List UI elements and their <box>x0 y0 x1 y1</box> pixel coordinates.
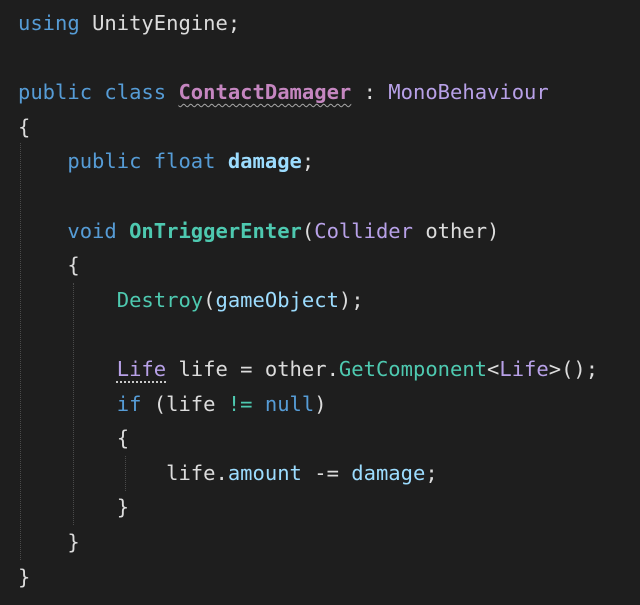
code-token: (life <box>141 391 228 416</box>
code-token: other) <box>412 218 500 243</box>
code-line[interactable]: if (life != null) <box>18 387 327 422</box>
code-token: life = other. <box>166 357 339 381</box>
code-line[interactable]: using UnityEngine; <box>18 6 240 41</box>
code-token: public <box>18 80 93 105</box>
code-line[interactable]: { <box>18 421 129 456</box>
code-line[interactable]: { <box>18 110 30 145</box>
code-line[interactable]: } <box>18 560 30 595</box>
code-token: : <box>351 80 389 105</box>
code-token: null <box>264 391 315 416</box>
code-token: UnityEngine <box>92 11 228 35</box>
code-token: ; <box>425 460 438 485</box>
code-editor[interactable]: using UnityEngine; public class ContactDa… <box>0 0 640 605</box>
code-line[interactable]: } <box>18 525 80 560</box>
code-token: >(); <box>548 357 599 381</box>
code-line[interactable]: public class ContactDamager : MonoBehavi… <box>18 75 549 110</box>
code-token: MonoBehaviour <box>388 80 549 105</box>
code-token: { <box>18 426 130 451</box>
code-line[interactable]: Destroy(gameObject); <box>18 283 364 318</box>
code-token: damage <box>227 149 302 174</box>
code-token: Life <box>499 357 549 381</box>
code-line[interactable]: { <box>18 248 80 283</box>
code-token: class <box>104 80 167 105</box>
code-token: float <box>153 149 216 174</box>
code-token: ; <box>301 149 315 174</box>
code-line[interactable]: life.amount -= damage; <box>18 456 438 491</box>
code-token: OnTriggerEnter <box>129 218 302 243</box>
code-token: public <box>67 149 142 174</box>
code-token: ); <box>338 287 364 312</box>
code-token: amount <box>227 460 302 485</box>
code-token: != <box>227 391 253 416</box>
code-token: { <box>18 253 80 278</box>
code-token: { <box>18 114 31 139</box>
code-token: gameObject <box>215 287 339 312</box>
code-token: -= <box>301 460 352 485</box>
code-token: ( <box>301 218 315 243</box>
code-token: damage <box>351 460 426 485</box>
code-token: ) <box>314 391 327 416</box>
code-token: life. <box>18 460 228 485</box>
code-token: using <box>18 11 80 35</box>
code-line[interactable]: public float damage; <box>18 144 314 179</box>
code-token: } <box>18 530 80 554</box>
code-line[interactable]: Life life = other.GetComponent<Life>(); <box>18 352 598 387</box>
code-token: ( <box>203 287 216 312</box>
code-token: ContactDamager <box>178 80 352 105</box>
code-line[interactable]: } <box>18 490 129 525</box>
code-token: if <box>116 391 142 416</box>
code-token: } <box>18 564 31 589</box>
code-token: ; <box>227 11 241 35</box>
code-token: void <box>67 218 117 243</box>
code-line[interactable]: void OnTriggerEnter(Collider other) <box>18 214 499 249</box>
code-token: } <box>18 495 130 520</box>
code-token: Life <box>116 357 167 381</box>
code-token: GetComponent <box>338 357 488 381</box>
code-token: Destroy <box>116 287 204 312</box>
code-token: < <box>487 357 500 381</box>
code-token: Collider <box>314 218 413 243</box>
